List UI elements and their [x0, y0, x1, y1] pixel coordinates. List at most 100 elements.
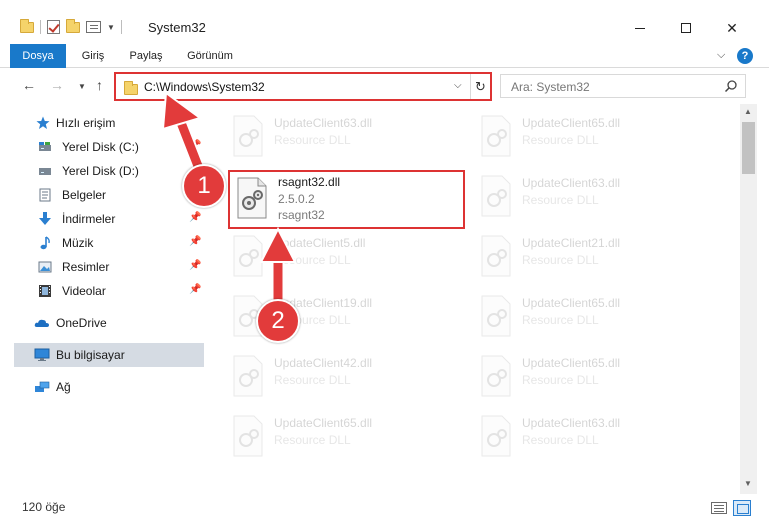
maximize-button[interactable]	[663, 14, 709, 42]
list-item[interactable]: UpdateClient63.dll Resource DLL	[478, 408, 718, 468]
file-description: rsagnt32	[278, 208, 325, 222]
sidebar-item-local-disk-d[interactable]: Yerel Disk (D:) 📌	[0, 159, 204, 183]
tiles-view-icon[interactable]	[733, 500, 751, 516]
sidebar-item-label: Resimler	[62, 260, 110, 274]
list-item[interactable]: UpdateClient21.dll Resource DLL	[478, 228, 718, 288]
step-1-badge: 1	[182, 164, 226, 208]
file-type: Resource DLL	[274, 133, 351, 147]
sidebar-item-quick-access[interactable]: Hızlı erişim	[0, 111, 204, 135]
tab-home[interactable]: Giriş	[78, 44, 108, 68]
documents-icon	[39, 188, 51, 202]
help-icon[interactable]: ?	[737, 48, 753, 64]
list-item[interactable]: UpdateClient65.dll Resource DLL	[478, 288, 718, 348]
sidebar-item-videos[interactable]: Videolar 📌	[0, 279, 204, 303]
dll-file-icon	[233, 115, 263, 157]
dll-file-icon	[481, 295, 511, 337]
navigation-pane: Hızlı erişim Yerel Disk (C:) 📌 Yerel Dis…	[0, 104, 206, 494]
ribbon-tabs: Dosya Giriş Paylaş Görünüm ⌵ ?	[0, 44, 769, 68]
tab-share[interactable]: Paylaş	[128, 44, 164, 68]
file-type: Resource DLL	[274, 373, 351, 387]
details-view-icon[interactable]	[711, 502, 727, 514]
scroll-down-icon[interactable]: ▼	[744, 479, 752, 488]
properties-icon[interactable]	[86, 21, 101, 33]
list-item[interactable]: UpdateClient65.dll Resource DLL	[230, 408, 470, 468]
file-type: Resource DLL	[522, 253, 599, 267]
search-input[interactable]: Ara: System32	[511, 80, 590, 94]
cloud-icon	[34, 319, 49, 327]
tab-file[interactable]: Dosya	[10, 44, 66, 68]
status-bar: 120 öğe	[0, 494, 769, 528]
pin-icon[interactable]: 📌	[189, 260, 201, 271]
drive-icon	[39, 142, 51, 151]
dll-file-icon	[481, 115, 511, 157]
dll-file-icon	[481, 355, 511, 397]
dll-file-icon	[237, 177, 267, 219]
scrollbar-thumb[interactable]	[742, 122, 755, 174]
sidebar-item-downloads[interactable]: İndirmeler 📌	[0, 207, 204, 231]
list-item[interactable]: UpdateClient65.dll Resource DLL	[478, 348, 718, 408]
customize-toolbar-chevron-icon[interactable]: ▼	[107, 23, 115, 32]
recent-locations-chevron-icon[interactable]: ▼	[78, 82, 86, 91]
highlighted-file-rsagnt32[interactable]: rsagnt32.dll 2.5.0.2 rsagnt32	[228, 170, 465, 229]
up-arrow-icon[interactable]: ↑	[96, 77, 103, 93]
video-icon	[39, 285, 51, 297]
minimize-button[interactable]	[617, 14, 663, 42]
sidebar-item-label: Yerel Disk (D:)	[62, 164, 139, 178]
file-type: Resource DLL	[274, 253, 351, 267]
file-type: Resource DLL	[522, 313, 599, 327]
address-path[interactable]: C:\Windows\System32	[144, 80, 265, 94]
sidebar-item-documents[interactable]: Belgeler 📌	[0, 183, 204, 207]
sidebar-item-music[interactable]: Müzik 📌	[0, 231, 204, 255]
list-item[interactable]: UpdateClient63.dll Resource DLL	[478, 168, 718, 228]
sidebar-item-label: Belgeler	[62, 188, 107, 202]
pin-icon[interactable]: 📌	[189, 212, 201, 223]
dll-file-icon	[481, 415, 511, 457]
expand-ribbon-chevron-icon[interactable]: ⌵	[717, 49, 725, 62]
sidebar-item-label: Hızlı erişim	[56, 116, 116, 130]
file-name: UpdateClient63.dll	[274, 116, 373, 130]
close-button[interactable]: ✕	[709, 14, 755, 42]
list-item[interactable]: UpdateClient63.dll Resource DLL	[230, 108, 470, 168]
dll-file-icon	[481, 175, 511, 217]
sidebar-item-this-pc[interactable]: Bu bilgisayar	[14, 343, 204, 367]
file-type: Resource DLL	[522, 433, 599, 447]
item-count: 120 öğe	[22, 500, 66, 514]
sidebar-item-network[interactable]: Ağ	[0, 375, 204, 399]
sidebar-item-local-disk-c[interactable]: Yerel Disk (C:) 📌	[0, 135, 204, 159]
scroll-up-icon[interactable]: ▲	[744, 107, 752, 116]
address-dropdown-chevron-icon[interactable]: ⌵	[454, 80, 462, 91]
list-item[interactable]: UpdateClient5.dll Resource DLL	[230, 228, 470, 288]
properties-check-icon[interactable]	[47, 20, 60, 34]
dll-file-icon	[481, 235, 511, 277]
list-item[interactable]: UpdateClient42.dll Resource DLL	[230, 348, 470, 408]
search-icon[interactable]	[724, 79, 738, 93]
pin-icon[interactable]: 📌	[189, 140, 201, 151]
file-name: UpdateClient65.dll	[522, 356, 621, 370]
sidebar-item-label: OneDrive	[56, 316, 107, 330]
file-list: UpdateClient63.dll Resource DLL UpdateCl…	[206, 104, 740, 494]
tab-view[interactable]: Görünüm	[186, 44, 234, 68]
maximize-icon	[681, 23, 691, 33]
new-folder-icon[interactable]	[66, 18, 80, 33]
address-bar[interactable]: C:\Windows\System32 ⌵ ↻	[114, 72, 492, 101]
download-icon	[39, 212, 51, 225]
vertical-scrollbar[interactable]: ▲ ▼	[740, 104, 757, 494]
sidebar-item-label: İndirmeler	[62, 212, 116, 226]
dll-file-icon	[233, 355, 263, 397]
search-box[interactable]: Ara: System32	[500, 74, 746, 98]
sidebar-item-label: Videolar	[62, 284, 106, 298]
forward-arrow-icon[interactable]: →	[50, 77, 64, 93]
list-item[interactable]: UpdateClient65.dll Resource DLL	[478, 108, 718, 168]
computer-icon	[34, 348, 50, 361]
refresh-icon[interactable]: ↻	[470, 74, 490, 99]
close-icon: ✕	[726, 19, 738, 36]
pin-icon[interactable]: 📌	[189, 284, 201, 295]
sidebar-item-onedrive[interactable]: OneDrive	[0, 311, 204, 335]
pictures-icon	[38, 261, 52, 273]
pin-icon[interactable]: 📌	[189, 236, 201, 247]
file-name: UpdateClient65.dll	[522, 296, 621, 310]
sidebar-item-pictures[interactable]: Resimler 📌	[0, 255, 204, 279]
back-arrow-icon[interactable]: ←	[22, 77, 36, 93]
step-2-badge: 2	[256, 299, 300, 343]
title-bar: ▼ System32 ✕	[0, 0, 769, 44]
